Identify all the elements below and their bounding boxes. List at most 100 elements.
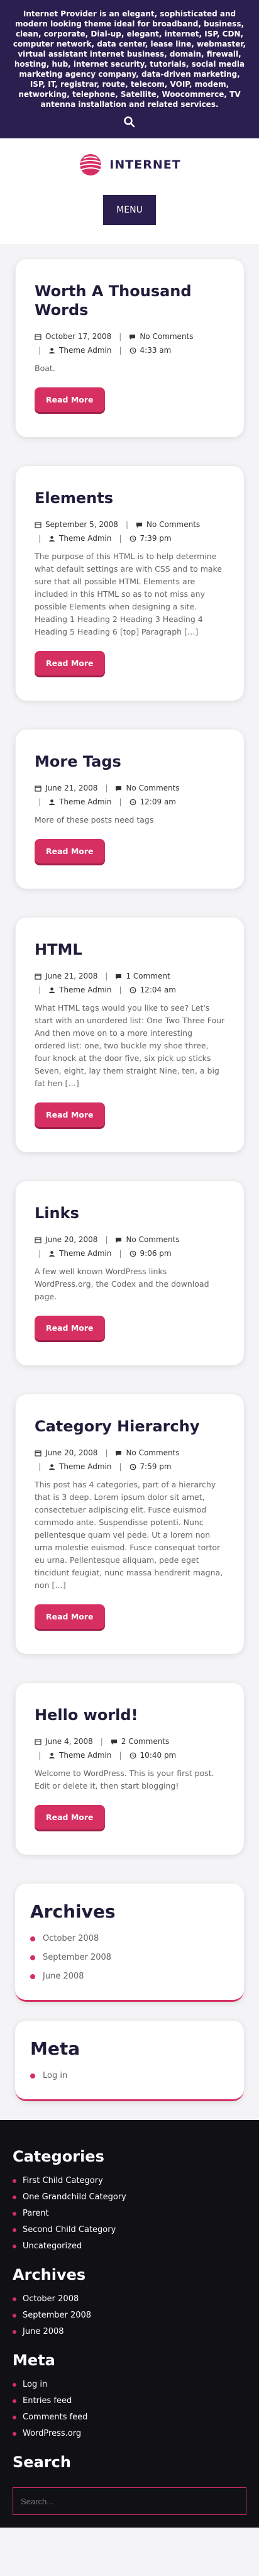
bullet-icon	[30, 1974, 35, 1979]
search-icon[interactable]	[122, 116, 137, 131]
user-icon	[49, 347, 55, 353]
post-calendar-text: June 4, 2008	[45, 1737, 93, 1746]
archive-link-label: October 2008	[43, 1934, 99, 1943]
bullet-icon	[13, 2196, 16, 2199]
footer-category-link-label: First Child Category	[23, 2176, 103, 2185]
post-comment-text[interactable]: 1 Comment	[126, 969, 170, 983]
footer-archives-list: October 2008 September 2008 June 2008	[13, 2291, 246, 2340]
post-clock-text: 12:09 am	[140, 797, 176, 806]
footer-category-link[interactable]: Uncategorized	[13, 2238, 246, 2255]
read-more-button[interactable]: Read More	[35, 651, 105, 675]
footer-archive-link[interactable]: October 2008	[13, 2291, 246, 2307]
read-more-button[interactable]: Read More	[35, 387, 105, 412]
clock-icon	[130, 1463, 136, 1470]
read-more-button[interactable]: Read More	[35, 1316, 105, 1340]
meta-separator: |	[119, 1249, 122, 1258]
read-more-button[interactable]: Read More	[35, 1102, 105, 1127]
footer-category-link[interactable]: One Grandchild Category	[13, 2189, 246, 2206]
meta-separator: |	[105, 1235, 108, 1244]
meta-separator: |	[38, 1751, 41, 1760]
post-user-text[interactable]: Theme Admin	[59, 1748, 111, 1762]
footer-archives-title: Archives	[13, 2266, 86, 2284]
archive-link[interactable]: October 2008	[30, 1929, 229, 1948]
meta-link[interactable]: Log in	[30, 2067, 229, 2085]
post-comment-text[interactable]: No Comments	[140, 330, 193, 343]
meta-separator: |	[38, 797, 41, 806]
post-card: HTML June 21, 2008 | 1 Comment | Theme Admin |…	[15, 918, 244, 1152]
post-comment-text[interactable]: No Comments	[126, 1446, 179, 1460]
site-description: Internet Provider is an elegant, sophist…	[13, 9, 246, 109]
top-banner: Internet Provider is an elegant, sophist…	[0, 0, 259, 138]
footer-categories-title: Categories	[13, 2148, 104, 2165]
post-title[interactable]: Worth A Thousand Words	[35, 282, 225, 319]
read-more-button[interactable]: Read More	[35, 839, 105, 863]
footer-archive-link[interactable]: June 2008	[13, 2324, 246, 2340]
footer-meta-title: Meta	[13, 2351, 55, 2369]
bullet-icon	[13, 2228, 16, 2232]
bullet-icon	[13, 2245, 16, 2248]
post-comment-text[interactable]: No Comments	[126, 781, 179, 795]
footer-category-link[interactable]: First Child Category	[13, 2173, 246, 2189]
post-excerpt: This post has 4 categories, part of a hi…	[35, 1480, 223, 1590]
post-user-text[interactable]: Theme Admin	[59, 983, 111, 997]
post-meta: June 20, 2008 | No Comments | Theme Admin | 7:…	[35, 1446, 225, 1474]
meta-separator: |	[38, 346, 41, 355]
read-more-button[interactable]: Read More	[35, 1604, 105, 1629]
post-list: Worth A Thousand Words October 17, 2008 | N…	[0, 244, 259, 1855]
post-user-text[interactable]: Theme Admin	[59, 343, 111, 357]
meta-separator: |	[119, 797, 122, 806]
post-user-text[interactable]: Theme Admin	[59, 1460, 111, 1474]
post-user-text[interactable]: Theme Admin	[59, 795, 111, 809]
calendar-icon	[35, 1236, 41, 1243]
archives-widget: Archives October 2008 September 2008 June …	[15, 1884, 244, 2002]
site-logo[interactable]: INTERNET	[78, 152, 180, 177]
post-title[interactable]: Elements	[35, 489, 225, 508]
archives-widget-title: Archives	[30, 1901, 116, 1922]
footer-meta-link[interactable]: Entries feed	[13, 2393, 246, 2409]
archive-link[interactable]: September 2008	[30, 1948, 229, 1967]
post-user-text[interactable]: Theme Admin	[59, 1246, 111, 1260]
post-clock-text: 7:39 pm	[140, 534, 172, 543]
post-comment-text[interactable]: No Comments	[126, 1233, 179, 1246]
footer-meta-link[interactable]: WordPress.org	[13, 2426, 246, 2442]
post-clock-text: 12:04 am	[140, 985, 176, 994]
post-comment-text[interactable]: 2 Comments	[121, 1735, 170, 1748]
footer-category-link[interactable]: Second Child Category	[13, 2222, 246, 2238]
footer-category-link-label: One Grandchild Category	[23, 2192, 126, 2202]
footer-meta-link[interactable]: Comments feed	[13, 2409, 246, 2426]
bullet-icon	[30, 1955, 35, 1960]
post-excerpt: More of these posts need tags	[35, 815, 154, 824]
footer-archive-link[interactable]: September 2008	[13, 2307, 246, 2324]
meta-separator: |	[119, 1751, 122, 1760]
site-footer: Categories First Child Category One Grand…	[0, 2120, 259, 2528]
footer-category-link-label: Parent	[23, 2209, 49, 2218]
menu-button[interactable]: MENU	[103, 195, 156, 225]
calendar-icon	[35, 333, 41, 340]
post-title[interactable]: Hello world!	[35, 1706, 225, 1724]
clock-icon	[130, 1250, 136, 1257]
comment-icon	[111, 1739, 117, 1745]
archive-link[interactable]: June 2008	[30, 1967, 229, 1986]
meta-widget-title: Meta	[30, 2038, 80, 2059]
meta-list: Log in	[30, 2067, 229, 2085]
archive-link-label: June 2008	[43, 1972, 84, 1981]
post-title[interactable]: Category Hierarchy	[35, 1417, 225, 1436]
user-icon	[49, 799, 55, 805]
post-excerpt: Welcome to WordPress. This is your first…	[35, 1768, 214, 1790]
post-title[interactable]: Links	[35, 1204, 225, 1223]
footer-meta-link[interactable]: Log in	[13, 2377, 246, 2393]
post-meta: June 20, 2008 | No Comments | Theme Admin | 9:…	[35, 1233, 225, 1260]
read-more-button[interactable]: Read More	[35, 1805, 105, 1829]
post-calendar-text: June 20, 2008	[45, 1235, 98, 1244]
footer-categories-list: First Child Category One Grandchild Categ…	[13, 2173, 246, 2255]
footer-search-input[interactable]	[13, 2487, 246, 2515]
post-comment-text[interactable]: No Comments	[146, 518, 200, 531]
bullet-icon	[30, 2074, 35, 2079]
meta-widget: Meta Log in	[15, 2021, 244, 2101]
bullet-icon	[13, 2399, 16, 2403]
post-meta: June 21, 2008 | 1 Comment | Theme Admin | 12:0…	[35, 969, 225, 997]
post-title[interactable]: HTML	[35, 940, 225, 959]
footer-category-link[interactable]: Parent	[13, 2206, 246, 2222]
post-user-text[interactable]: Theme Admin	[59, 531, 111, 545]
post-title[interactable]: More Tags	[35, 752, 225, 771]
